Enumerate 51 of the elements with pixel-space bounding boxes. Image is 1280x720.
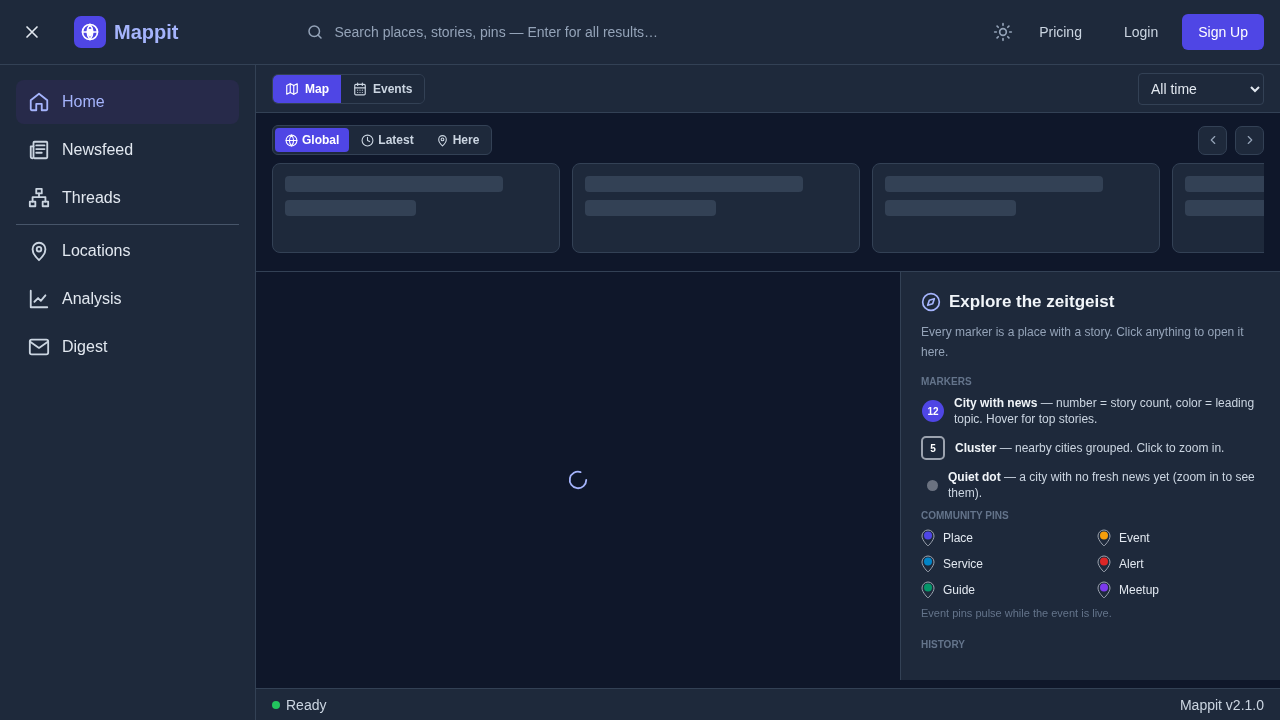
sidebar-item[interactable]: Threads (16, 176, 239, 220)
panel-title: Explore the zeitgeist (949, 292, 1115, 312)
pin-label: Event (1119, 531, 1150, 545)
map-icon (285, 81, 299, 96)
sun-icon (993, 22, 1014, 42)
line-chart-icon (28, 288, 50, 310)
sidebar-item[interactable]: Home (16, 80, 239, 124)
pin-label: Service (943, 557, 983, 571)
status-text: Ready (286, 696, 327, 713)
legend-text: Quiet dot — a city with no fresh news yet (zoom in to see them). (948, 469, 1256, 501)
sign-up-button[interactable]: Sign Up (1182, 14, 1264, 50)
newspaper-icon (28, 139, 50, 161)
scope-tab[interactable]: Latest (351, 128, 424, 152)
sidebar-item[interactable]: Digest (16, 325, 239, 369)
nav-link[interactable]: Pricing (1019, 14, 1102, 50)
pin-label: Guide (943, 583, 976, 597)
compass-icon (921, 292, 941, 312)
location-pin-icon (435, 133, 449, 147)
nav-link[interactable]: Login (1103, 14, 1179, 50)
status-dot-icon (272, 700, 280, 709)
cluster-marker: 5 (921, 436, 945, 460)
time-filter-dropdown[interactable]: All time (1138, 72, 1264, 105)
clock-icon (361, 133, 375, 147)
app-title: Mappit (114, 20, 179, 44)
version-text: Mappit v2.1.0 (1179, 696, 1264, 713)
legend-text: City with news — number = story count, color = leading topic. Hover for top stories. (954, 395, 1256, 427)
mail-icon (28, 336, 50, 358)
scope-tab[interactable]: Here (425, 128, 490, 152)
sidebar-item[interactable]: Newsfeed (16, 128, 239, 172)
panel-description: Every marker is a place with a story. Click anything to open it here. (921, 324, 1245, 361)
sidebar-item[interactable]: Analysis (16, 277, 239, 321)
section-heading: HISTORY (921, 639, 966, 650)
sidebar-item[interactable]: Locations (16, 229, 239, 273)
quiet-dot-icon (927, 479, 938, 491)
search-icon (306, 23, 325, 41)
count-badge: 12 (922, 400, 944, 422)
logo-icon (74, 16, 106, 48)
section-heading: MARKERS (921, 376, 973, 387)
view-tab[interactable]: Map (273, 74, 341, 103)
pin-label: Alert (1119, 557, 1144, 571)
home-icon (28, 91, 50, 113)
legend-note: Event pins pulse while the event is live. (921, 607, 1113, 619)
pin-label: Place (943, 531, 974, 545)
scope-tab[interactable]: Global (275, 128, 350, 152)
globe-icon (285, 133, 298, 147)
pin-label: Meetup (1119, 583, 1160, 597)
search-field[interactable]: Search places, stories, pins — Enter for all results… (306, 23, 707, 41)
section-heading: COMMUNITY PINS (921, 510, 1010, 521)
legend-text: Cluster — nearby cities grouped. Click to zoom in. (955, 440, 1225, 456)
hierarchy-icon (28, 187, 50, 209)
calendar-icon (353, 81, 367, 96)
